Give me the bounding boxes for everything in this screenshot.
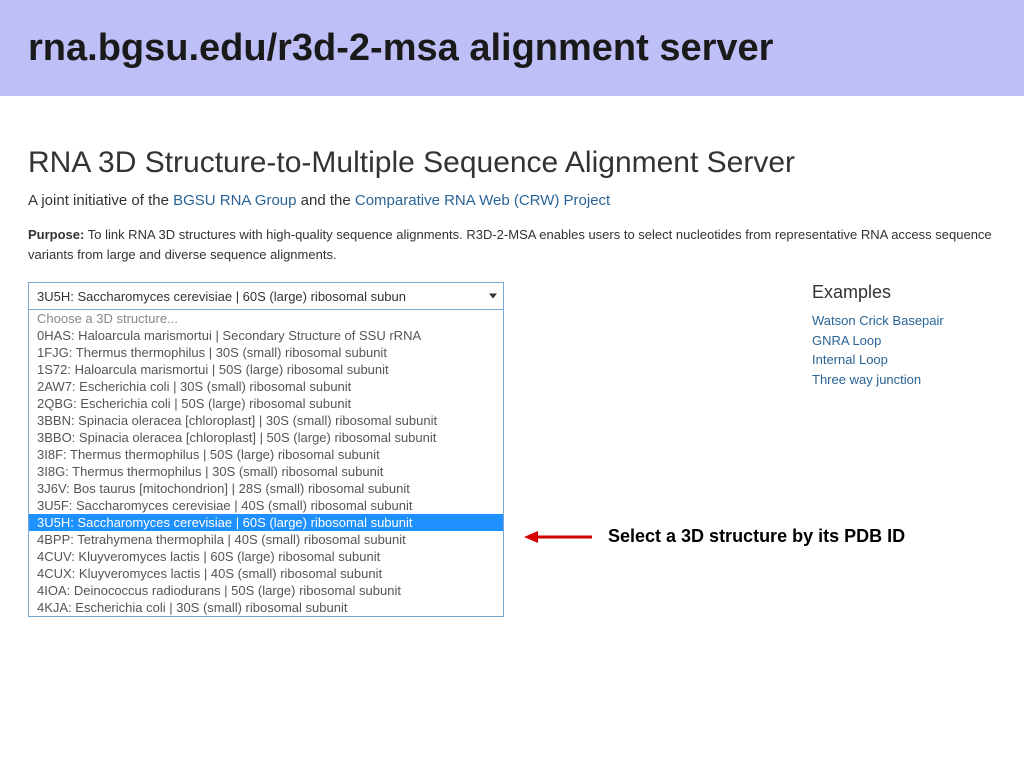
annotation: Select a 3D structure by its PDB ID: [524, 526, 905, 547]
example-link[interactable]: Three way junction: [812, 370, 992, 390]
dropdown-option[interactable]: 3BBN: Spinacia oleracea [chloroplast] | …: [29, 412, 503, 429]
dropdown-option[interactable]: 3U5F: Saccharomyces cerevisiae | 40S (sm…: [29, 497, 503, 514]
link-bgsu-rna-group[interactable]: BGSU RNA Group: [173, 192, 296, 209]
dropdown-option[interactable]: 3BBO: Spinacia oleracea [chloroplast] | …: [29, 429, 503, 446]
dropdown-option[interactable]: 3U5H: Saccharomyces cerevisiae | 60S (la…: [29, 514, 503, 531]
example-link[interactable]: Internal Loop: [812, 350, 992, 370]
chevron-down-icon: [489, 294, 497, 299]
dropdown-option[interactable]: 4CUV: Kluyveromyces lactis | 60S (large)…: [29, 548, 503, 565]
dropdown-option[interactable]: 2QBG: Escherichia coli | 50S (large) rib…: [29, 395, 503, 412]
subtitle: A joint initiative of the BGSU RNA Group…: [28, 192, 996, 209]
purpose-text: To link RNA 3D structures with high-qual…: [28, 227, 992, 262]
dropdown-option[interactable]: 4IOA: Deinococcus radiodurans | 50S (lar…: [29, 582, 503, 599]
dropdown-option[interactable]: 3J6V: Bos taurus [mitochondrion] | 28S (…: [29, 480, 503, 497]
arrow-left-icon: [524, 527, 594, 547]
structure-select-value: 3U5H: Saccharomyces cerevisiae | 60S (la…: [37, 289, 406, 304]
purpose-paragraph: Purpose: To link RNA 3D structures with …: [28, 225, 996, 264]
structure-select-wrap: 3U5H: Saccharomyces cerevisiae | 60S (la…: [28, 282, 504, 617]
subtitle-prefix: A joint initiative of the: [28, 192, 173, 209]
dropdown-placeholder[interactable]: Choose a 3D structure...: [29, 310, 503, 327]
purpose-label: Purpose:: [28, 227, 84, 242]
content-area: RNA 3D Structure-to-Multiple Sequence Al…: [0, 96, 1024, 617]
structure-select[interactable]: 3U5H: Saccharomyces cerevisiae | 60S (la…: [28, 282, 504, 310]
dropdown-option[interactable]: 4BPP: Tetrahymena thermophila | 40S (sma…: [29, 531, 503, 548]
slide-banner: rna.bgsu.edu/r3d-2-msa alignment server: [0, 0, 1024, 96]
dropdown-option[interactable]: 0HAS: Haloarcula marismortui | Secondary…: [29, 327, 503, 344]
link-crw-project[interactable]: Comparative RNA Web (CRW) Project: [355, 192, 610, 209]
example-link[interactable]: Watson Crick Basepair: [812, 311, 992, 331]
structure-dropdown[interactable]: Choose a 3D structure...0HAS: Haloarcula…: [28, 310, 504, 617]
dropdown-option[interactable]: 1FJG: Thermus thermophilus | 30S (small)…: [29, 344, 503, 361]
main-row: 3U5H: Saccharomyces cerevisiae | 60S (la…: [28, 282, 996, 617]
dropdown-option[interactable]: 3I8G: Thermus thermophilus | 30S (small)…: [29, 463, 503, 480]
examples-panel: Examples Watson Crick BasepairGNRA LoopI…: [812, 282, 992, 389]
dropdown-option[interactable]: 3I8F: Thermus thermophilus | 50S (large)…: [29, 446, 503, 463]
examples-heading: Examples: [812, 282, 992, 303]
dropdown-option[interactable]: 4KJA: Escherichia coli | 30S (small) rib…: [29, 599, 503, 616]
banner-title: rna.bgsu.edu/r3d-2-msa alignment server: [28, 27, 773, 70]
page-title: RNA 3D Structure-to-Multiple Sequence Al…: [28, 146, 996, 180]
dropdown-option[interactable]: 4CUX: Kluyveromyces lactis | 40S (small)…: [29, 565, 503, 582]
subtitle-middle: and the: [296, 192, 354, 209]
dropdown-option[interactable]: 2AW7: Escherichia coli | 30S (small) rib…: [29, 378, 503, 395]
example-link[interactable]: GNRA Loop: [812, 331, 992, 351]
annotation-text: Select a 3D structure by its PDB ID: [608, 526, 905, 547]
dropdown-option[interactable]: 1S72: Haloarcula marismortui | 50S (larg…: [29, 361, 503, 378]
